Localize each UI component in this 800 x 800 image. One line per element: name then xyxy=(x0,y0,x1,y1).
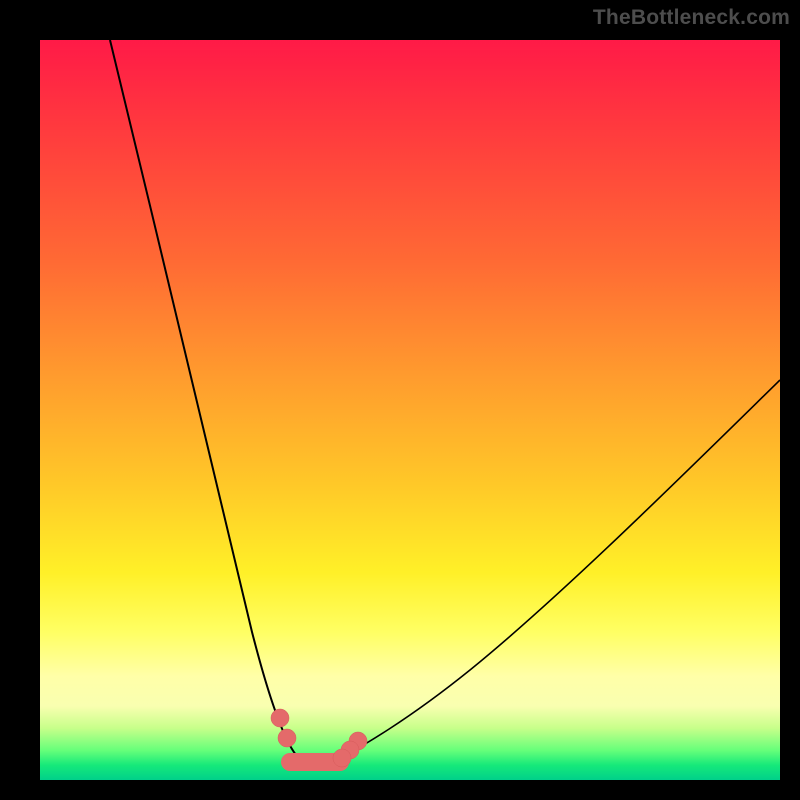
bead-dot xyxy=(333,749,351,767)
bead-dot xyxy=(271,709,289,727)
watermark-text: TheBottleneck.com xyxy=(593,6,790,30)
curve-right-branch xyxy=(336,380,780,760)
chart-frame: TheBottleneck.com xyxy=(0,0,800,800)
curve-left-branch xyxy=(110,40,296,755)
bead-dot xyxy=(278,729,296,747)
chart-svg xyxy=(40,40,780,780)
